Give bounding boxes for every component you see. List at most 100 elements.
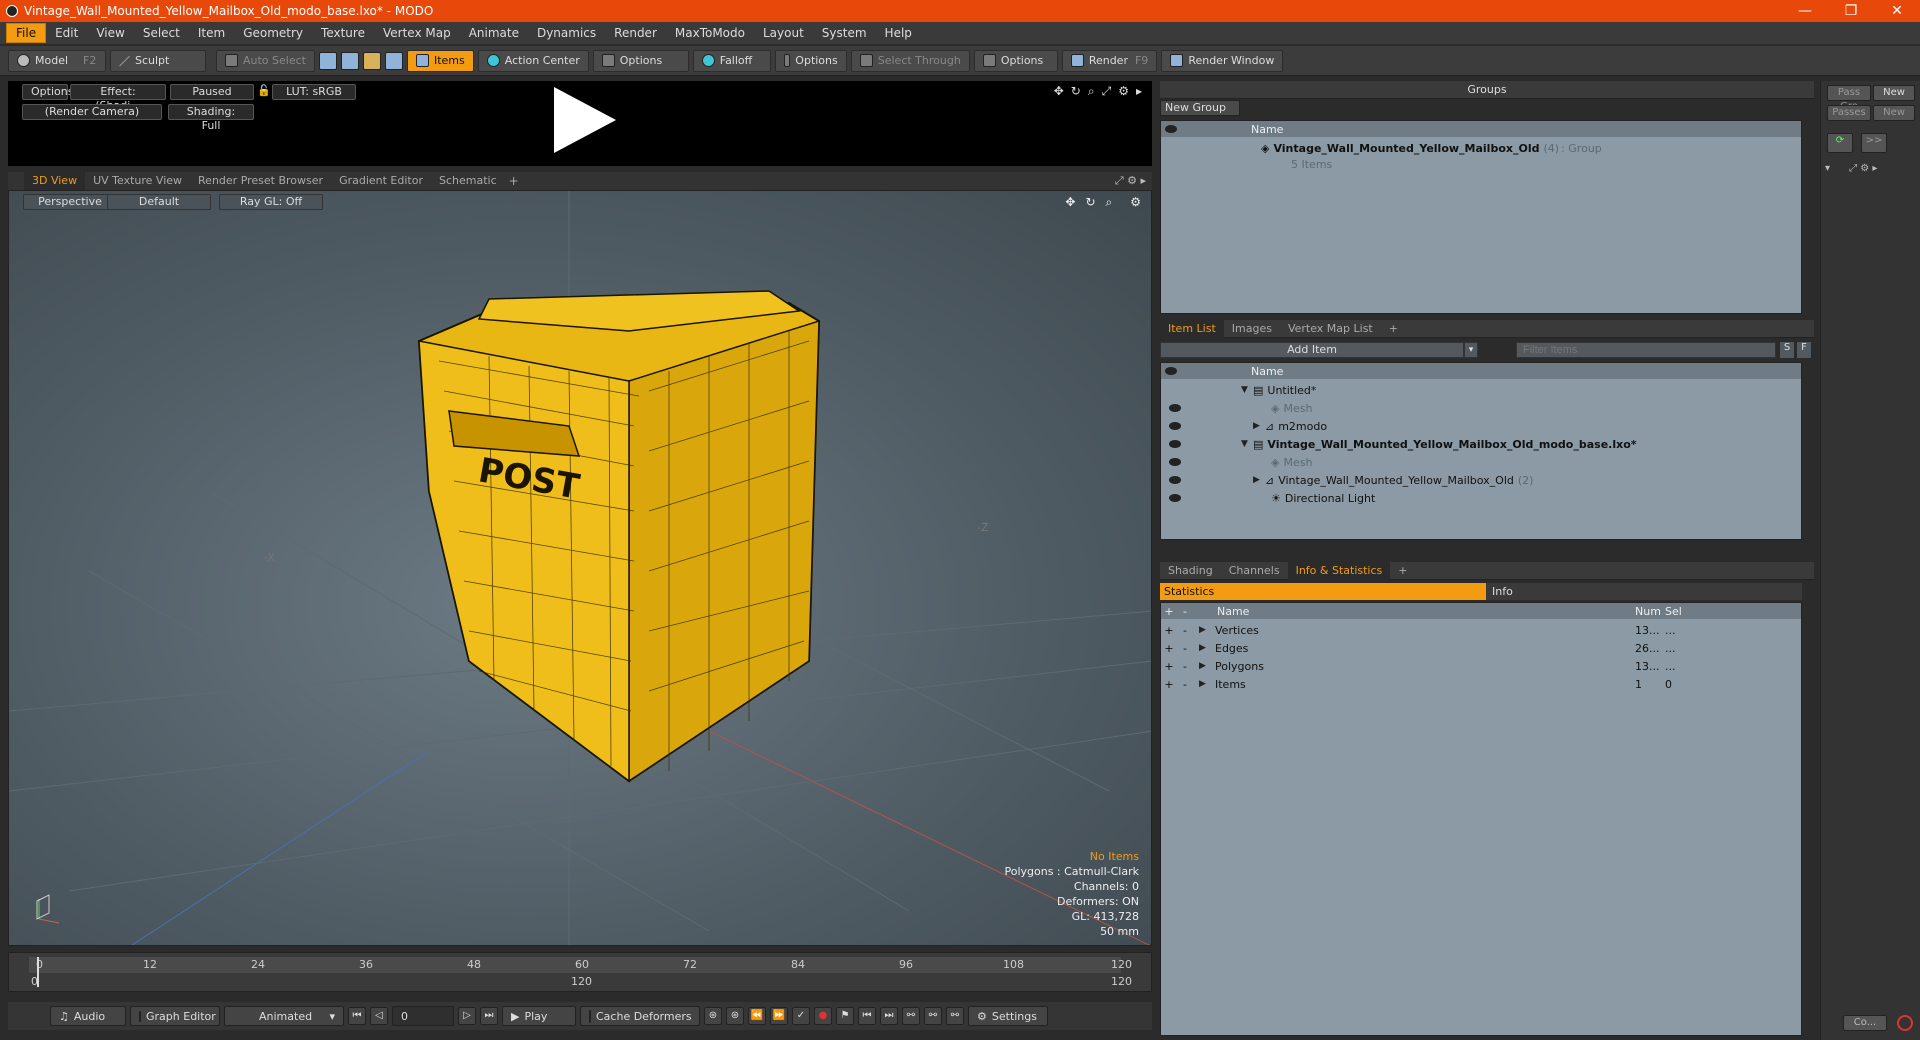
mailbox-mesh[interactable]: POST	[417, 290, 821, 783]
menu-view[interactable]: View	[87, 24, 133, 42]
list-item[interactable]: ☀ Directional Light	[1161, 489, 1787, 507]
link-icon[interactable]: ⚯	[924, 1007, 942, 1025]
vertices-mode-icon[interactable]	[318, 51, 337, 70]
action-center-button[interactable]: Action Center	[477, 49, 589, 72]
preview-options-button[interactable]: Options	[22, 84, 73, 100]
cache-deformers-button[interactable]: Cache Deformers	[580, 1006, 700, 1026]
item-list[interactable]: Name ▼ ▤ Untitled* ◈ Mesh ▶ ⊿ m2modo ▼ ▤…	[1160, 362, 1802, 540]
preview-shading-dropdown[interactable]: Shading: Full	[168, 104, 254, 132]
expand-icon[interactable]: ▼	[1241, 439, 1249, 449]
eye-icon[interactable]	[1169, 476, 1181, 484]
f-button[interactable]: F	[1797, 342, 1811, 358]
last-key-icon[interactable]: ⏭	[880, 1007, 898, 1025]
menu-edit[interactable]: Edit	[46, 24, 87, 42]
list-item[interactable]: ◈ Mesh	[1161, 399, 1787, 417]
menu-animate[interactable]: Animate	[460, 24, 528, 42]
key-options-icon[interactable]: ⚑	[836, 1007, 854, 1025]
maximize-button[interactable]: ❐	[1828, 0, 1874, 22]
render-preview[interactable]: Options Effect: (Shadi... Paused 🔓 LUT: …	[8, 81, 1152, 166]
prev-key-icon[interactable]: ⏪	[748, 1007, 766, 1025]
new-group-button[interactable]: New Group	[1160, 100, 1240, 116]
add-item-button[interactable]: Add Item	[1160, 342, 1464, 358]
table-row[interactable]: + - ▶ Polygons 13... ...	[1161, 657, 1787, 675]
groups-list[interactable]: Name ◈ Vintage_Wall_Mounted_Yellow_Mailb…	[1160, 120, 1802, 314]
new-pass-group-button[interactable]: New	[1873, 85, 1915, 101]
expand-icon[interactable]: ▶	[1199, 625, 1207, 635]
render-button[interactable]: Render F9	[1061, 49, 1158, 72]
eye-icon[interactable]	[1165, 367, 1177, 375]
next-key-icon[interactable]: ⏩	[770, 1007, 788, 1025]
zoom-icon[interactable]: ⌕	[1088, 84, 1095, 99]
materials-mode-icon[interactable]	[384, 51, 403, 70]
tab-item-list[interactable]: Item List	[1160, 319, 1224, 338]
animated-dropdown[interactable]: Animated ▾	[224, 1006, 344, 1026]
record-icon[interactable]: ●	[814, 1007, 832, 1025]
new-pass-button[interactable]: New	[1873, 105, 1915, 121]
expand-icon[interactable]: ▶	[1253, 475, 1261, 485]
audio-button[interactable]: ♫ Audio	[50, 1006, 126, 1026]
channel-icon[interactable]: ⚯	[902, 1007, 920, 1025]
playhead[interactable]	[37, 957, 39, 987]
list-item[interactable]: ▼ ▤ Untitled*	[1161, 381, 1787, 399]
graph-editor-button[interactable]: Graph Editor	[130, 1006, 220, 1026]
menu-system[interactable]: System	[813, 24, 876, 42]
render-window-button[interactable]: Render Window	[1161, 49, 1284, 72]
minimize-button[interactable]: —	[1782, 0, 1828, 22]
tab-channels[interactable]: Channels	[1221, 562, 1288, 580]
close-button[interactable]: ✕	[1874, 0, 1920, 22]
play-button[interactable]: ▶ Play	[502, 1006, 576, 1026]
sculpt-mode-button[interactable]: ／ Sculpt	[110, 49, 206, 72]
collapse-all-icon[interactable]: -	[1177, 605, 1193, 618]
menu-vertex-map[interactable]: Vertex Map	[374, 24, 460, 42]
tab-vertex-map-list[interactable]: Vertex Map List	[1280, 320, 1381, 338]
menu-help[interactable]: Help	[876, 24, 921, 42]
set-key-icon[interactable]: ✓	[792, 1007, 810, 1025]
items-mode-button[interactable]: Items	[406, 49, 474, 72]
tab-uv-texture-view[interactable]: UV Texture View	[85, 172, 190, 190]
eye-icon[interactable]	[1169, 404, 1181, 412]
tab-schematic[interactable]: Schematic	[431, 172, 505, 190]
expand-icon[interactable]: ▶	[1199, 643, 1207, 653]
tab-info-statistics[interactable]: Info & Statistics	[1287, 561, 1391, 580]
tab-shading[interactable]: Shading	[1160, 562, 1221, 580]
rotate-icon[interactable]: ↻	[1071, 84, 1081, 99]
viewport-3d[interactable]: Perspective Default Ray GL: Off ✥ ↻ ⌕ ⚙	[8, 190, 1152, 946]
menu-file[interactable]: File	[6, 23, 47, 43]
eye-icon[interactable]	[1169, 458, 1181, 466]
preview-paused-button[interactable]: Paused	[170, 84, 254, 100]
chevron-right-icon[interactable]: ▸	[1136, 84, 1142, 99]
command-input[interactable]: Co...	[1843, 1015, 1887, 1031]
go-to-start-icon[interactable]: ⏮	[348, 1007, 366, 1025]
menu-maxtomodo[interactable]: MaxToModo	[666, 24, 754, 42]
menu-geometry[interactable]: Geometry	[234, 24, 312, 42]
gear-icon[interactable]: ⚙	[1118, 84, 1129, 99]
eye-icon[interactable]	[1169, 422, 1181, 430]
panel-options-icon[interactable]: ▾ ⤢ ⚙ ▸	[1825, 163, 1917, 177]
menu-layout[interactable]: Layout	[754, 24, 813, 42]
expand-icon[interactable]: ▼	[1241, 385, 1249, 395]
passes-dropdown[interactable]: Passes	[1827, 105, 1871, 121]
add-tab-icon[interactable]: +	[505, 174, 523, 188]
first-key-icon[interactable]: ⏮	[858, 1007, 876, 1025]
refresh-icon[interactable]: ⟳	[1827, 133, 1853, 153]
list-item[interactable]: ▶ ⊿ Vintage_Wall_Mounted_Yellow_Mailbox_…	[1161, 471, 1787, 489]
falloff-button[interactable]: Falloff	[692, 49, 771, 72]
menu-render[interactable]: Render	[605, 24, 666, 42]
key-icon[interactable]: ⊛	[704, 1007, 722, 1025]
list-item[interactable]: ▶ ⊿ m2modo	[1161, 417, 1787, 435]
preview-camera-dropdown[interactable]: (Render Camera)	[22, 104, 162, 120]
lock-icon[interactable]: 🔓	[257, 84, 271, 97]
timeline[interactable]: 0 12 24 36 48 60 72 84 96 108 120 0 120 …	[8, 952, 1152, 992]
chevron-down-icon[interactable]: ▾	[1464, 342, 1478, 358]
preview-lut-dropdown[interactable]: LUT: sRGB	[272, 84, 356, 100]
tab-statistics[interactable]: Statistics	[1160, 583, 1486, 600]
add-tab-icon[interactable]: +	[1390, 562, 1415, 580]
preview-effect-dropdown[interactable]: Effect: (Shadi...	[70, 84, 166, 112]
more-button[interactable]: >>	[1861, 133, 1887, 153]
fit-icon[interactable]: ⤢	[1102, 84, 1112, 99]
auto-select-button[interactable]: Auto Select	[216, 49, 315, 72]
tab-info[interactable]: Info	[1486, 583, 1802, 600]
expand-icon[interactable]: ▶	[1253, 421, 1261, 431]
step-back-icon[interactable]: ◁	[370, 1007, 388, 1025]
tab-3d-view[interactable]: 3D View	[24, 172, 86, 190]
